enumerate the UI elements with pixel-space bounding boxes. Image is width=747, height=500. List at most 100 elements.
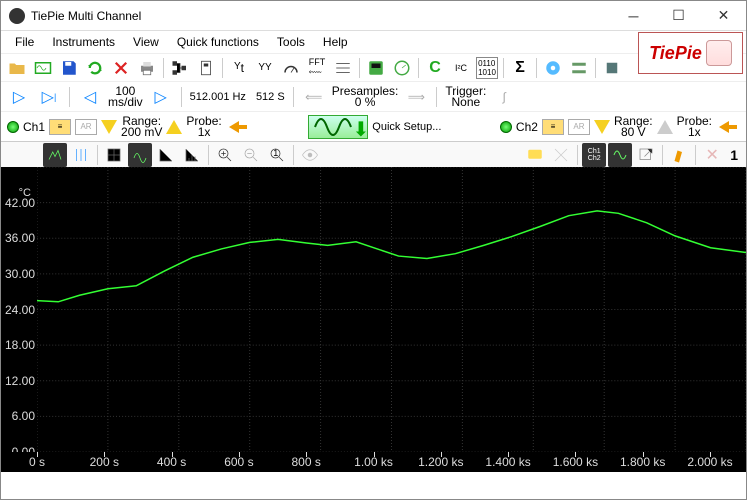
config-button[interactable] xyxy=(567,56,591,80)
marker-button[interactable] xyxy=(667,143,691,167)
note-button[interactable] xyxy=(523,143,547,167)
menu-view[interactable]: View xyxy=(125,33,167,51)
visibility-button[interactable] xyxy=(298,143,322,167)
connect-button[interactable]: C xyxy=(423,56,447,80)
ch2-led-icon[interactable] xyxy=(500,121,512,133)
sample-count-label: 512 S xyxy=(256,91,285,103)
zoom-out-button[interactable] xyxy=(239,143,263,167)
y-tick-label: 6.00 xyxy=(12,409,35,423)
open-button[interactable] xyxy=(5,56,29,80)
ch1-led-icon[interactable] xyxy=(7,121,19,133)
axis-settings-button[interactable] xyxy=(180,143,204,167)
print-button[interactable] xyxy=(135,56,159,80)
channel-bar: Ch1 ≡ AR Range:200 mV Probe:1x ⬇ Quick S… xyxy=(1,111,746,141)
close-button[interactable]: ✕ xyxy=(701,1,746,30)
sample-rate-label: 512.001 Hz xyxy=(190,91,246,103)
ch2-label: Ch2 xyxy=(516,120,538,134)
timebase-slower-button[interactable]: ◁ xyxy=(78,85,102,109)
measure-button[interactable] xyxy=(549,143,573,167)
y-tick-label: 30.00 xyxy=(5,267,35,281)
ch2-probe-button[interactable] xyxy=(716,115,740,139)
ch2-probe: Probe:1x xyxy=(677,116,712,138)
x-axis: 0 s200 s400 s600 s800 s1.00 ks1.200 ks1.… xyxy=(1,452,746,472)
brand-badge-icon xyxy=(706,40,732,66)
maximize-button[interactable]: ☐ xyxy=(656,1,701,30)
ch1-autorange-button[interactable]: AR xyxy=(75,119,97,135)
y-tick-label: 42.00 xyxy=(5,196,35,210)
x-tick-label: 600 s xyxy=(224,455,253,469)
filter-button[interactable] xyxy=(331,56,355,80)
serial-button[interactable]: 01101010 xyxy=(475,56,499,80)
y-tick-label: 12.00 xyxy=(5,374,35,388)
yt-mode-button[interactable]: Yt xyxy=(227,56,251,80)
ch2-range-down-button[interactable] xyxy=(594,120,610,134)
grid-button[interactable] xyxy=(102,143,126,167)
axes-button[interactable] xyxy=(154,143,178,167)
i2c-button[interactable]: I²C xyxy=(449,56,473,80)
rpm-button[interactable] xyxy=(390,56,414,80)
trace-count: 1 xyxy=(726,147,742,163)
meter-button[interactable] xyxy=(364,56,388,80)
presamples-inc-button[interactable]: ⟹ xyxy=(404,85,428,109)
fitscreen-button[interactable] xyxy=(128,143,152,167)
quick-setup-area: ⬇ Quick Setup... xyxy=(254,115,496,139)
menu-bar: File Instruments View Quick functions To… xyxy=(1,31,746,53)
clear-button[interactable] xyxy=(109,56,133,80)
cursor-button[interactable] xyxy=(194,56,218,80)
presamples-display: Presamples:0 % xyxy=(332,86,399,108)
fft-button[interactable]: FFT⬳ xyxy=(305,56,329,80)
main-toolbar: Yt YY FFT⬳ C I²C 01101010 Σ xyxy=(1,53,746,81)
object-tree-button[interactable] xyxy=(168,56,192,80)
y-tick-label: 18.00 xyxy=(5,338,35,352)
blackscope-button[interactable] xyxy=(608,143,632,167)
play-button[interactable]: ▷ xyxy=(7,85,31,109)
trigger-display: Trigger:None xyxy=(445,86,486,108)
menu-file[interactable]: File xyxy=(7,33,42,51)
popout-button[interactable] xyxy=(634,143,658,167)
sum-button[interactable]: Σ xyxy=(508,56,532,80)
ch1-range: Range:200 mV xyxy=(121,116,162,138)
ch1-range-up-button[interactable] xyxy=(166,120,182,134)
svg-text:1: 1 xyxy=(273,147,278,157)
chip-button[interactable] xyxy=(600,56,624,80)
timebase-faster-button[interactable]: ▷ xyxy=(149,85,173,109)
x-tick-label: 1.200 ks xyxy=(418,455,463,469)
channel-colors-button[interactable]: Ch1Ch2 xyxy=(582,143,606,167)
plot-canvas[interactable] xyxy=(37,167,746,452)
timebase-bar: ▷ ▷| ◁ 100ms/div ▷ 512.001 Hz 512 S ⟸ Pr… xyxy=(1,81,746,111)
timebase-value: 100ms/div xyxy=(108,86,143,108)
quick-setup-label[interactable]: Quick Setup... xyxy=(372,121,441,133)
menu-instruments[interactable]: Instruments xyxy=(44,33,123,51)
delete-button[interactable]: ✕ xyxy=(700,143,724,167)
minimize-button[interactable]: ─ xyxy=(611,1,656,30)
ch1-coupling-button[interactable]: ≡ xyxy=(49,119,71,135)
ch1-probe-button[interactable] xyxy=(226,115,250,139)
ch2-range-up-button[interactable] xyxy=(657,120,673,134)
play-once-button[interactable]: ▷| xyxy=(37,85,61,109)
menu-tools[interactable]: Tools xyxy=(269,33,313,51)
gauge-button[interactable] xyxy=(279,56,303,80)
menu-quick[interactable]: Quick functions xyxy=(169,33,267,51)
ch2-coupling-button[interactable]: ≡ xyxy=(542,119,564,135)
open-scope-button[interactable] xyxy=(31,56,55,80)
zoom-reset-button[interactable]: 1 xyxy=(265,143,289,167)
save-button[interactable] xyxy=(57,56,81,80)
xy-mode-button[interactable]: YY xyxy=(253,56,277,80)
ch2-autorange-button[interactable]: AR xyxy=(568,119,590,135)
x-tick-label: 1.00 ks xyxy=(354,455,393,469)
presamples-dec-button[interactable]: ⟸ xyxy=(302,85,326,109)
ch1-range-down-button[interactable] xyxy=(101,120,117,134)
zoom-in-button[interactable] xyxy=(213,143,237,167)
menu-help[interactable]: Help xyxy=(315,33,356,51)
quick-setup-wave-icon[interactable]: ⬇ xyxy=(308,115,368,139)
scale-y-button[interactable] xyxy=(69,143,93,167)
disk-button[interactable] xyxy=(541,56,565,80)
trigger-edge-button[interactable]: ∫ xyxy=(492,85,516,109)
ch1-probe: Probe:1x xyxy=(186,116,221,138)
ch2-range: Range:80 V xyxy=(614,116,653,138)
ch1-label: Ch1 xyxy=(23,120,45,134)
brand-logo: TiePie xyxy=(638,32,743,74)
autoscale-button[interactable] xyxy=(43,143,67,167)
title-bar: TiePie Multi Channel ─ ☐ ✕ xyxy=(1,1,746,31)
reload-button[interactable] xyxy=(83,56,107,80)
